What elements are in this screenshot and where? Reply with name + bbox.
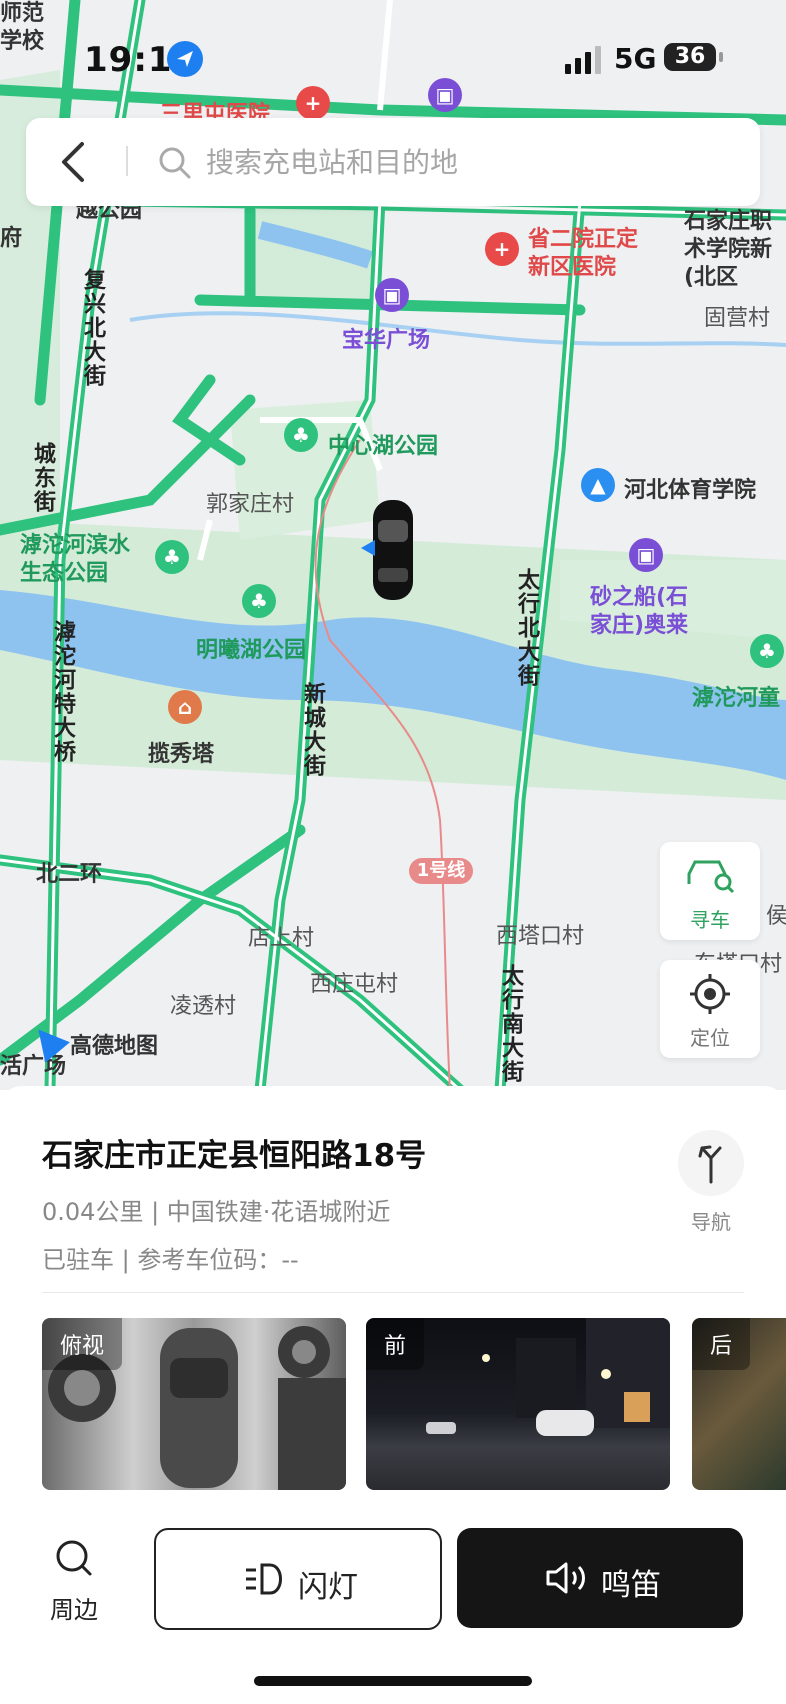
- cellular-signal-icon: [565, 46, 601, 74]
- camera-top-view[interactable]: 俯视: [42, 1318, 346, 1490]
- search-divider: [126, 146, 128, 176]
- flash-lights-label: 闪灯: [298, 1570, 358, 1605]
- map-label: 店上村: [248, 926, 315, 951]
- nearby-label[interactable]: 周边: [44, 1590, 104, 1625]
- location-services-icon: [167, 41, 203, 77]
- shopping-icon[interactable]: ▣: [629, 538, 663, 572]
- map-road-label: 复兴北大街: [80, 268, 105, 388]
- search-input[interactable]: [204, 140, 688, 184]
- map-label: 固营村: [704, 306, 771, 331]
- map-road-label: 新城大街: [300, 682, 325, 778]
- battery-tip: [719, 52, 723, 62]
- map-road-label: 太行南大街: [498, 964, 523, 1084]
- search-icon: [159, 147, 191, 179]
- school-icon[interactable]: ▲: [581, 468, 615, 502]
- map-road-label: 滹沱河特大桥: [50, 620, 75, 764]
- back-arrow-icon[interactable]: [54, 138, 94, 186]
- map-label: 侯: [766, 904, 786, 929]
- metro-line-badge: 1号线: [409, 858, 473, 884]
- car-distance: 0.04公里 | 中国铁建·花语城附近: [42, 1198, 391, 1226]
- car-address: 石家庄市正定县恒阳路18号: [42, 1138, 427, 1174]
- map-label: 西庄屯村: [310, 972, 399, 997]
- locate-button[interactable]: 定位: [660, 960, 760, 1058]
- map-label: 郭家庄村: [206, 492, 295, 517]
- locate-crosshair-icon: [690, 974, 730, 1014]
- camera-label: 后: [692, 1318, 751, 1370]
- honk-button[interactable]: 鸣笛: [457, 1528, 743, 1628]
- status-bar: 19:11 5G 36: [0, 0, 786, 110]
- camera-label: 俯视: [42, 1318, 123, 1370]
- park-icon[interactable]: ♣: [284, 418, 318, 452]
- locate-label: 定位: [690, 1026, 730, 1050]
- map-label: 中心湖公园: [328, 434, 439, 459]
- map-label: 河北体育学院: [624, 478, 757, 503]
- map-label: 凌透村: [170, 994, 237, 1019]
- camera-rear-view[interactable]: 后: [692, 1318, 786, 1490]
- navigate-arrow-icon: [698, 1145, 722, 1184]
- park-icon[interactable]: ♣: [155, 540, 189, 574]
- shopping-icon[interactable]: ▣: [375, 278, 409, 312]
- network-type: 5G: [614, 42, 657, 75]
- map-label: 揽秀塔: [148, 742, 215, 767]
- map-label: 明曦湖公园: [196, 638, 307, 663]
- parking-status: 已驻车 | 参考车位码：--: [42, 1246, 299, 1274]
- car-search-icon: [687, 860, 735, 894]
- map-label: 北二环: [36, 862, 103, 887]
- map-label: 滹沱河滨水 生态公园: [20, 533, 131, 586]
- battery-level: 36: [664, 43, 716, 71]
- home-indicator: [254, 1676, 532, 1686]
- map-label: 省二院正定 新区医院: [528, 227, 639, 280]
- hospital-icon[interactable]: +: [485, 232, 519, 266]
- flash-lights-button[interactable]: 闪灯: [154, 1528, 442, 1630]
- camera-front-view[interactable]: 前: [366, 1318, 670, 1490]
- map-road-label: 太行北大街: [514, 568, 539, 688]
- park-icon[interactable]: ♣: [750, 634, 784, 668]
- camera-label: 前: [366, 1318, 425, 1370]
- map-label: 府: [0, 226, 23, 251]
- nearby-search-icon[interactable]: [54, 1538, 94, 1578]
- gaode-logo: 高德地图: [70, 1034, 159, 1059]
- find-car-label: 寻车: [690, 908, 730, 932]
- park-icon[interactable]: ♣: [242, 584, 276, 618]
- tower-icon[interactable]: ⌂: [168, 690, 202, 724]
- speaker-icon: [546, 1562, 585, 1594]
- map-label: 滹沱河童: [692, 686, 781, 711]
- headlight-icon: [246, 1563, 282, 1595]
- map-label: 石家庄职 术学院新 (北区: [684, 209, 773, 290]
- map-road-label: 城东街: [30, 442, 55, 514]
- map-label: 砂之船(石 家庄)奥莱: [590, 585, 689, 638]
- sheet-divider: [42, 1292, 744, 1293]
- find-car-button[interactable]: 寻车: [660, 842, 760, 940]
- map-label: 西塔口村: [496, 924, 585, 949]
- navigate-label: 导航: [691, 1210, 731, 1234]
- navigate-button[interactable]: [678, 1130, 744, 1196]
- honk-label: 鸣笛: [601, 1568, 661, 1603]
- map-label: 宝华广场: [342, 328, 431, 353]
